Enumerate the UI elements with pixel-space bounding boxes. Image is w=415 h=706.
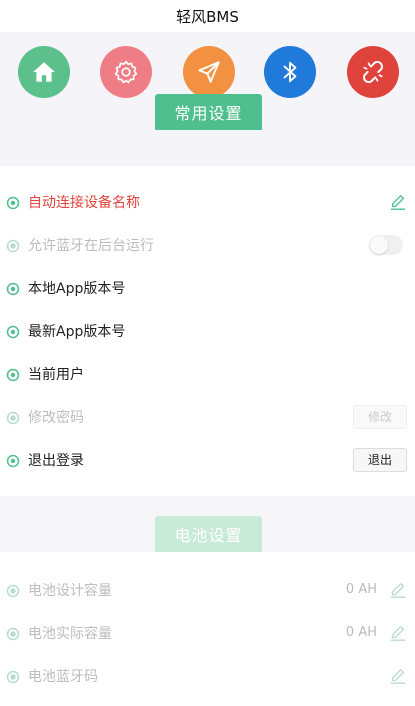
- battery-settings-list: 电池设计容量 0 AH 电池实际容量 0 AH 电池蓝牙码: [0, 568, 415, 697]
- setting-value: 0 AH: [345, 625, 377, 640]
- bluetooth-button[interactable]: [264, 46, 316, 98]
- edit-pencil-icon[interactable]: [389, 581, 407, 599]
- setting-value: 0 AH: [345, 582, 377, 597]
- bullet-icon: [6, 669, 20, 683]
- send-icon: [198, 61, 220, 83]
- send-button[interactable]: [183, 46, 235, 98]
- setting-battery-bluetooth-code: 电池蓝牙码: [0, 654, 415, 697]
- setting-label: 电池实际容量: [28, 625, 112, 642]
- change-password-button[interactable]: 修改: [353, 404, 407, 429]
- tab-battery-settings[interactable]: 电池设置: [155, 516, 262, 552]
- bullet-icon: [6, 238, 20, 252]
- disconnect-button[interactable]: [347, 46, 399, 98]
- bullet-icon: [6, 583, 20, 597]
- setting-bluetooth-background[interactable]: 允许蓝牙在后台运行: [0, 223, 415, 266]
- app-title-bar: 轻风BMS: [0, 0, 415, 32]
- setting-label: 退出登录: [28, 452, 84, 469]
- toggle-knob: [370, 235, 388, 254]
- toolbar-icon-row: [0, 46, 415, 98]
- edit-pencil-icon[interactable]: [389, 667, 407, 685]
- setting-latest-app-version: 最新App版本号: [0, 309, 415, 352]
- bullet-icon: [6, 453, 20, 467]
- setting-logout: 退出登录 退出: [0, 438, 415, 481]
- bullet-icon: [6, 324, 20, 338]
- bullet-icon: [6, 281, 20, 295]
- setting-change-password: 修改密码 修改: [0, 395, 415, 438]
- bullet-icon: [6, 195, 20, 209]
- edit-pencil-icon[interactable]: [389, 624, 407, 642]
- setting-label: 电池蓝牙码: [28, 668, 98, 685]
- bullet-icon: [6, 626, 20, 640]
- setting-label: 最新App版本号: [28, 323, 126, 340]
- home-icon: [33, 62, 55, 82]
- settings-icon: [114, 60, 138, 84]
- setting-label: 修改密码: [28, 409, 84, 426]
- setting-battery-design-capacity: 电池设计容量 0 AH: [0, 568, 415, 611]
- setting-auto-connect-device[interactable]: 自动连接设备名称: [0, 180, 415, 223]
- settings-button[interactable]: [100, 46, 152, 98]
- setting-label: 允许蓝牙在后台运行: [28, 237, 154, 254]
- common-settings-list: 自动连接设备名称 允许蓝牙在后台运行 本地App版本号 最新App版本号 当前用…: [0, 180, 415, 481]
- setting-local-app-version: 本地App版本号: [0, 266, 415, 309]
- tab-common-settings[interactable]: 常用设置: [155, 94, 262, 130]
- bluetooth-icon: [283, 61, 297, 83]
- setting-label: 本地App版本号: [28, 280, 126, 297]
- setting-label: 当前用户: [28, 366, 84, 383]
- logout-button[interactable]: 退出: [353, 447, 407, 472]
- home-button[interactable]: [18, 46, 70, 98]
- setting-battery-actual-capacity: 电池实际容量 0 AH: [0, 611, 415, 654]
- edit-pencil-icon[interactable]: [389, 193, 407, 211]
- setting-label: 电池设计容量: [28, 582, 112, 599]
- bullet-icon: [6, 410, 20, 424]
- bullet-icon: [6, 367, 20, 381]
- setting-label: 自动连接设备名称: [28, 194, 140, 211]
- setting-current-user: 当前用户: [0, 352, 415, 395]
- app-title: 轻风BMS: [176, 7, 239, 26]
- bluetooth-background-toggle[interactable]: [369, 234, 403, 255]
- unlink-icon: [363, 60, 383, 84]
